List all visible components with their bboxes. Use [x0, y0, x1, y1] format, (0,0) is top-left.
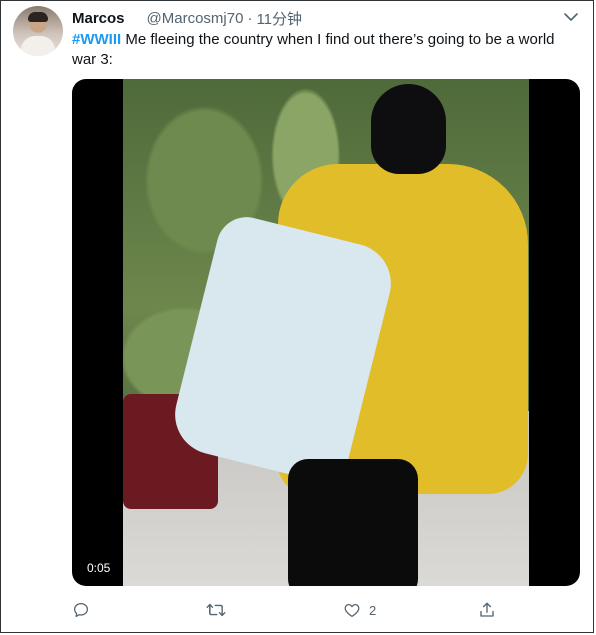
- hashtag-link[interactable]: #WWIII: [72, 31, 121, 48]
- like-count: 2: [369, 602, 377, 618]
- share-icon: [480, 602, 494, 617]
- tweet-actions: 2: [72, 599, 512, 621]
- tweet-time[interactable]: 11分钟: [256, 8, 302, 29]
- reply-icon: [73, 602, 89, 618]
- share-button[interactable]: [478, 599, 504, 621]
- video-frame[interactable]: [123, 79, 529, 586]
- video-legs: [288, 459, 418, 586]
- chevron-down-icon: [564, 12, 578, 21]
- separator-dot: ·: [247, 9, 253, 27]
- tweet-text: #WWIII Me fleeing the country when I fin…: [72, 30, 577, 70]
- like-button[interactable]: 2: [343, 599, 376, 621]
- author-handle[interactable]: @Marcosmj70: [147, 10, 244, 27]
- avatar-hair: [28, 12, 48, 22]
- tweet-card[interactable]: Marcos @Marcosmj70 · 11分钟 #WWIII Me flee…: [0, 0, 594, 633]
- video-player[interactable]: 0:05: [72, 79, 580, 586]
- more-button[interactable]: [563, 11, 579, 23]
- reply-button[interactable]: [72, 599, 98, 621]
- avatar-shirt: [21, 36, 55, 56]
- retweet-button[interactable]: [206, 599, 234, 621]
- video-duration-badge: 0:05: [82, 558, 116, 578]
- retweet-icon: [206, 603, 226, 617]
- tweet-body: Me fleeing the country when I find out t…: [72, 31, 555, 68]
- tweet-header: Marcos @Marcosmj70 · 11分钟: [72, 8, 302, 28]
- avatar[interactable]: [13, 6, 63, 56]
- video-head: [371, 84, 446, 174]
- heart-icon: [344, 603, 360, 618]
- author-name[interactable]: Marcos: [72, 10, 125, 27]
